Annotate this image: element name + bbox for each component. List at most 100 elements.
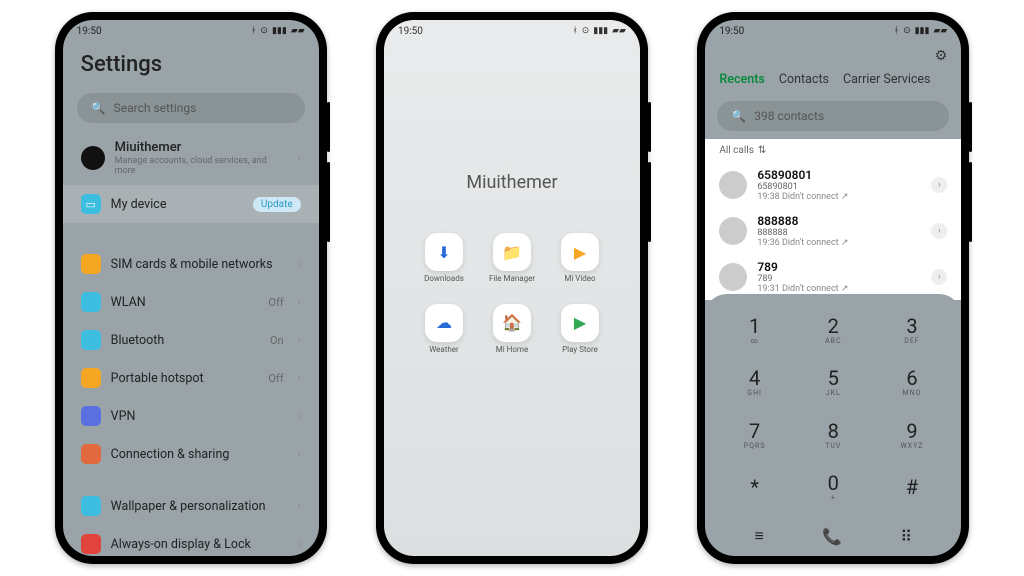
account-name: Miuithemer	[115, 140, 288, 155]
row-icon	[81, 254, 101, 274]
account-row[interactable]: Miuithemer Manage accounts, cloud servic…	[63, 131, 319, 185]
settings-row[interactable]: Connection & sharing ›	[63, 435, 319, 473]
dialpad: 1 ∞ 2 ABC 3 DEF 4 GHI 5 JKL 6 MNO 7 PQRS…	[705, 294, 961, 520]
call-meta: 19:31 Didn't connect ↗	[757, 284, 921, 294]
app-icon[interactable]: ⬇ Downloads	[414, 233, 474, 284]
folder-title: Miuithemer	[384, 172, 640, 193]
search-input[interactable]: 🔍 Search settings	[77, 93, 305, 123]
row-status: Off	[268, 372, 283, 385]
signal-icon: ▮▮▮	[915, 26, 930, 36]
my-device-label: My device	[111, 197, 243, 212]
tabs: Recents Contacts Carrier Services	[705, 64, 961, 95]
call-row[interactable]: 65890801 65890801 19:38 Didn't connect ↗…	[705, 162, 961, 208]
dialpad-key-5[interactable]: 5 JKL	[794, 357, 873, 410]
tab-carrier-services[interactable]: Carrier Services	[843, 72, 931, 87]
chevron-right-icon: ›	[298, 411, 301, 422]
avatar	[719, 217, 747, 245]
row-label: Bluetooth	[111, 333, 260, 348]
my-device-row[interactable]: ▭ My device Update	[63, 185, 319, 223]
search-icon: 🔍	[91, 101, 106, 115]
bluetooth-icon: ᚼ	[251, 26, 256, 36]
chevron-right-icon: ›	[298, 259, 301, 270]
search-input[interactable]: 🔍 398 contacts	[717, 101, 949, 131]
app-glyph-icon: ▶	[561, 304, 599, 342]
settings-row[interactable]: Portable hotspot Off ›	[63, 359, 319, 397]
app-glyph-icon: 🏠	[493, 304, 531, 342]
app-icon[interactable]: ▶ Play Store	[550, 304, 610, 355]
signal-icon: ▮▮▮	[272, 26, 287, 36]
detail-icon[interactable]: ›	[931, 177, 947, 193]
settings-row[interactable]: Always-on display & Lock ›	[63, 525, 319, 556]
call-button[interactable]: 📞	[822, 527, 842, 546]
app-icon[interactable]: ☁ Weather	[414, 304, 474, 355]
chevron-right-icon: ›	[298, 335, 301, 346]
grid-icon[interactable]: ⠿	[900, 527, 912, 546]
gear-icon[interactable]: ⚙	[935, 48, 948, 64]
settings-row[interactable]: WLAN Off ›	[63, 283, 319, 321]
settings-row[interactable]: SIM cards & mobile networks ›	[63, 245, 319, 283]
chevron-right-icon: ›	[298, 501, 301, 512]
app-icon[interactable]: 📁 File Manager	[482, 233, 542, 284]
app-label: Play Store	[562, 346, 598, 355]
app-icon[interactable]: 🏠 Mi Home	[482, 304, 542, 355]
detail-icon[interactable]: ›	[931, 223, 947, 239]
dialpad-key-7[interactable]: 7 PQRS	[715, 409, 794, 462]
row-label: SIM cards & mobile networks	[111, 257, 288, 272]
dialpad-key-8[interactable]: 8 TUV	[794, 409, 873, 462]
status-bar: 19:50 ᚼ ⊙ ▮▮▮ ▰▰	[705, 20, 961, 42]
call-number: 888888	[757, 228, 921, 238]
dialpad-key-6[interactable]: 6 MNO	[873, 357, 952, 410]
account-sub: Manage accounts, cloud services, and mor…	[115, 156, 288, 176]
tab-contacts[interactable]: Contacts	[779, 72, 829, 87]
status-bar: 19:50 ᚼ ⊙ ▮▮▮ ▰▰	[384, 20, 640, 42]
app-label: Mi Home	[496, 346, 528, 355]
app-label: Weather	[429, 346, 459, 355]
battery-icon: ▰▰	[291, 26, 305, 36]
dialpad-key-*[interactable]: *	[715, 462, 794, 515]
call-meta: 19:38 Didn't connect ↗	[757, 192, 921, 202]
call-row[interactable]: 888888 888888 19:36 Didn't connect ↗ ›	[705, 208, 961, 254]
dialpad-key-9[interactable]: 9 WXYZ	[873, 409, 952, 462]
clock: 19:50	[77, 26, 102, 37]
search-icon: 🔍	[731, 109, 746, 123]
row-label: Wallpaper & personalization	[111, 499, 288, 514]
phone-settings: 19:50 ᚼ ⊙ ▮▮▮ ▰▰ Settings 🔍 Search setti…	[55, 12, 327, 564]
dialpad-key-1[interactable]: 1 ∞	[715, 304, 794, 357]
dialpad-key-0[interactable]: 0 +	[794, 462, 873, 515]
filter-button[interactable]: All calls ⇅	[705, 139, 961, 162]
avatar	[81, 146, 105, 170]
settings-row[interactable]: VPN ›	[63, 397, 319, 435]
device-icon: ▭	[81, 194, 101, 214]
call-number: 65890801	[757, 182, 921, 192]
row-status: Off	[268, 296, 283, 309]
settings-row[interactable]: Bluetooth On ›	[63, 321, 319, 359]
clock: 19:50	[398, 26, 423, 37]
row-label: Portable hotspot	[111, 371, 259, 386]
settings-row[interactable]: Wallpaper & personalization ›	[63, 487, 319, 525]
page-title: Settings	[81, 52, 301, 77]
avatar	[719, 171, 747, 199]
menu-icon[interactable]: ≡	[754, 526, 763, 546]
search-placeholder: 398 contacts	[754, 109, 824, 123]
row-icon	[81, 406, 101, 426]
row-status: On	[270, 334, 284, 347]
row-label: Always-on display & Lock	[111, 537, 288, 552]
app-label: Downloads	[424, 275, 464, 284]
tab-recents[interactable]: Recents	[719, 72, 765, 87]
chevron-right-icon: ›	[298, 539, 301, 550]
app-icon[interactable]: ▶ Mi Video	[550, 233, 610, 284]
battery-icon: ▰▰	[933, 26, 947, 36]
call-meta: 19:36 Didn't connect ↗	[757, 238, 921, 248]
row-label: Connection & sharing	[111, 447, 288, 462]
call-name: 888888	[757, 214, 921, 228]
dialpad-key-4[interactable]: 4 GHI	[715, 357, 794, 410]
dialpad-key-2[interactable]: 2 ABC	[794, 304, 873, 357]
row-icon	[81, 368, 101, 388]
app-glyph-icon: ☁	[425, 304, 463, 342]
chevron-right-icon: ›	[298, 153, 301, 164]
alarm-icon: ⊙	[903, 26, 911, 36]
detail-icon[interactable]: ›	[931, 269, 947, 285]
dialpad-key-#[interactable]: #	[873, 462, 952, 515]
bluetooth-icon: ᚼ	[894, 26, 899, 36]
dialpad-key-3[interactable]: 3 DEF	[873, 304, 952, 357]
